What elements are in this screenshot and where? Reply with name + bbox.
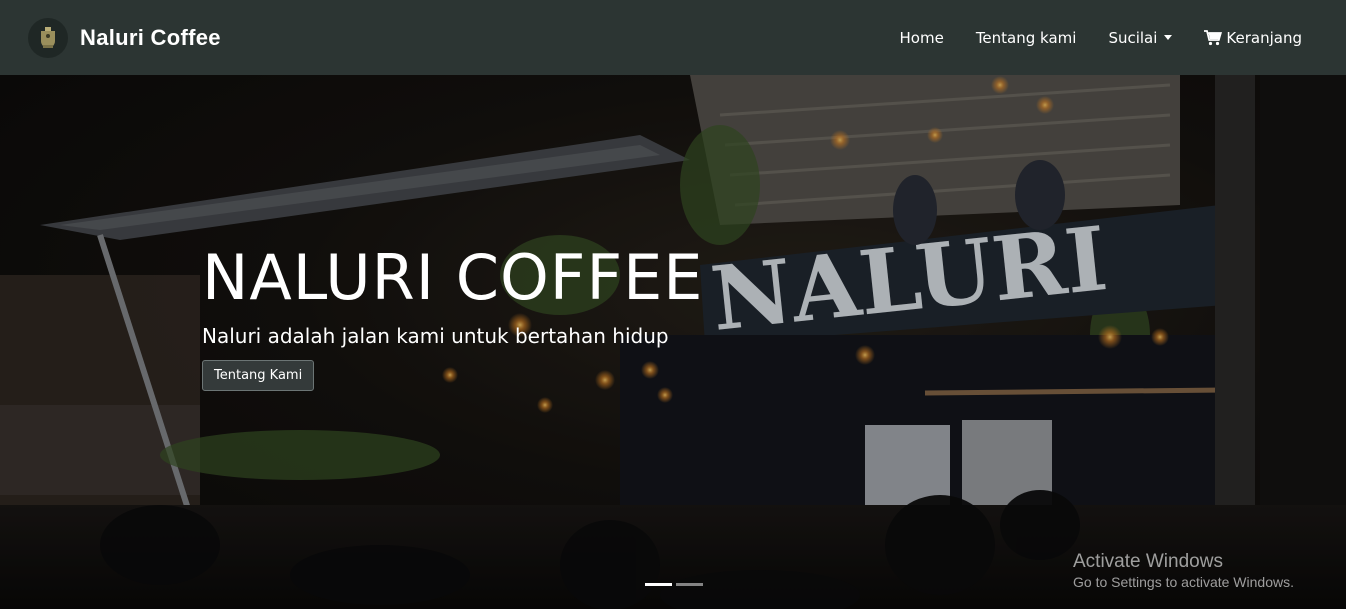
carousel-indicator-2[interactable]	[676, 583, 703, 586]
tentang-kami-button[interactable]: Tentang Kami	[202, 360, 315, 391]
cart-icon	[1204, 29, 1223, 46]
watermark-subtitle: Go to Settings to activate Windows.	[1073, 574, 1294, 590]
brand-name: Naluri Coffee	[80, 24, 221, 50]
hero-title: NALURI COFFEE	[202, 241, 704, 314]
nav-keranjang-label: Keranjang	[1226, 28, 1302, 47]
nav-sucilai-label: Sucilai	[1108, 28, 1158, 47]
hero-caption: NALURI COFFEE Naluri adalah jalan kami u…	[202, 240, 703, 391]
nav-home[interactable]: Home	[884, 29, 960, 47]
navbar: Naluri Coffee Home Tentang kami Sucilai …	[0, 0, 1346, 75]
activate-windows-watermark: Activate Windows Go to Settings to activ…	[1073, 551, 1294, 591]
coffee-logo-icon	[28, 17, 68, 58]
brand-link[interactable]: Naluri Coffee	[28, 17, 221, 58]
carousel-indicator-1[interactable]	[645, 583, 672, 586]
nav-links: Home Tentang kami Sucilai Keranjang	[884, 29, 1318, 47]
nav-tentang-kami-label: Tentang kami	[975, 28, 1077, 47]
nav-tentang-kami[interactable]: Tentang kami	[960, 29, 1093, 47]
watermark-title: Activate Windows	[1073, 551, 1223, 572]
nav-keranjang[interactable]: Keranjang	[1188, 29, 1318, 47]
nav-home-label: Home	[899, 28, 944, 47]
carousel-indicators	[645, 583, 703, 586]
caret-down-icon	[1164, 35, 1173, 40]
hero-carousel: NALURI NALURI COFFEE Naluri adalah jalan…	[0, 75, 1346, 609]
hero-subtitle: Naluri adalah jalan kami untuk bertahan …	[202, 324, 669, 348]
nav-sucilai-dropdown[interactable]: Sucilai	[1092, 29, 1188, 47]
